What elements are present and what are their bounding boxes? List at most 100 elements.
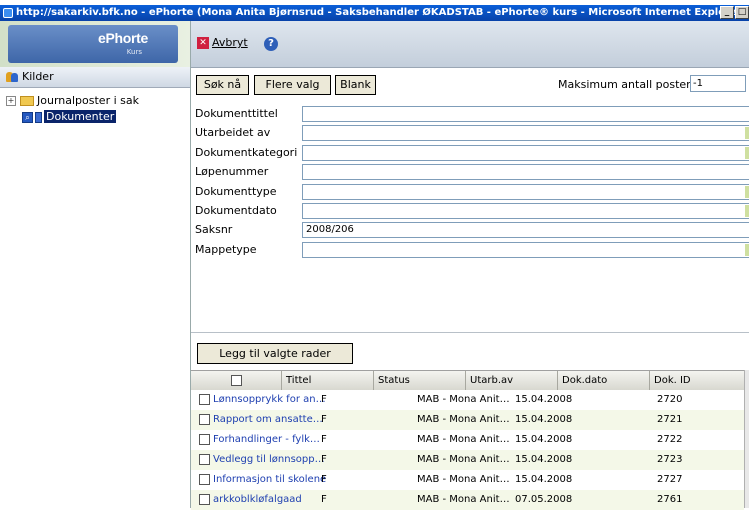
ie-icon: [3, 8, 13, 18]
dropdown-arrow-icon[interactable]: [745, 205, 749, 217]
col-header-status[interactable]: Status: [373, 371, 465, 390]
col-header-date[interactable]: Dok.dato: [557, 371, 649, 390]
source-tree: + Journalposter i sak ⌕ Dokumenter: [6, 93, 139, 125]
more-options-button[interactable]: Flere valg: [254, 75, 331, 95]
table-row[interactable]: Forhandlinger - fylk… F MAB - Mona Anit… 15…: [191, 430, 744, 450]
filter-icon: [35, 111, 42, 123]
dropdown-arrow-icon[interactable]: [745, 127, 749, 140]
row-checkbox-box[interactable]: [199, 433, 210, 445]
cell-id: 2720: [657, 394, 683, 405]
table-row[interactable]: Lønnsopprykk for an… F MAB - Mona Anit… 15.…: [191, 390, 744, 410]
row-checkbox-box[interactable]: [199, 393, 210, 405]
cell-date: 15.04.2008: [515, 454, 573, 465]
cancel-label: Avbryt: [212, 36, 248, 49]
select-all-cell[interactable]: [191, 371, 281, 390]
field-input[interactable]: [302, 241, 749, 258]
select-all-checkbox[interactable]: [230, 374, 242, 386]
cancel-button[interactable]: ✕ Avbryt: [197, 36, 248, 50]
logo-brand: ePhorte: [97, 30, 148, 46]
cell-id: 2723: [657, 454, 683, 465]
col-header-title[interactable]: Tittel: [281, 371, 373, 390]
window-title: http://sakarkiv.bfk.no - ePhorte (Mona A…: [16, 7, 742, 18]
dropdown-arrow-icon[interactable]: [745, 185, 749, 198]
field-label: Dokumentdato: [195, 204, 277, 217]
cell-status: F: [321, 494, 327, 505]
row-checkbox[interactable]: [199, 450, 210, 470]
field-input[interactable]: [302, 144, 749, 161]
cell-author: MAB - Mona Anit…: [417, 434, 510, 445]
ephorte-logo: ePhorte Kurs: [8, 25, 178, 63]
row-checkbox[interactable]: [199, 490, 210, 510]
cell-title[interactable]: Rapport om ansatte…: [213, 410, 323, 430]
cell-status: F: [321, 394, 327, 405]
field-input[interactable]: [302, 164, 749, 181]
cancel-icon: ✕: [197, 37, 209, 49]
dropdown-arrow-icon[interactable]: [745, 146, 749, 159]
maximize-button[interactable]: □: [735, 6, 749, 19]
search-icon: ⌕: [22, 111, 33, 123]
field-input[interactable]: [302, 125, 749, 142]
table-row[interactable]: arkkoblkløfalgaad F MAB - Mona Anit… 07.05.…: [191, 490, 744, 510]
field-label: Dokumenttittel: [195, 107, 278, 120]
tree-item-label-selected: Dokumenter: [44, 110, 117, 123]
add-selected-rows-button[interactable]: Legg til valgte rader: [197, 343, 353, 364]
cell-title[interactable]: Vedlegg til lønnsopp…: [213, 450, 325, 470]
window-titlebar[interactable]: http://sakarkiv.bfk.no - ePhorte (Mona A…: [0, 5, 749, 21]
expand-icon[interactable]: +: [6, 96, 16, 106]
col-header-id[interactable]: Dok. ID: [649, 371, 744, 390]
field-value: 2008/206: [306, 224, 354, 236]
field-input[interactable]: [302, 183, 749, 200]
row-checkbox[interactable]: [199, 430, 210, 450]
cell-date: 15.04.2008: [515, 394, 573, 405]
cell-title[interactable]: Forhandlinger - fylk…: [213, 430, 320, 450]
row-checkbox-box[interactable]: [199, 473, 210, 485]
toolbar: ✕ Avbryt ?: [191, 21, 749, 68]
cell-status: F: [321, 414, 327, 425]
results-scrollbar[interactable]: [744, 370, 749, 508]
cell-title[interactable]: Informasjon til skolene: [213, 470, 326, 490]
cell-author: MAB - Mona Anit…: [417, 414, 510, 425]
minimize-button[interactable]: _: [720, 6, 734, 19]
row-checkbox-box[interactable]: [199, 493, 210, 505]
cell-author: MAB - Mona Anit…: [417, 494, 510, 505]
field-input[interactable]: 2008/206: [302, 222, 749, 239]
cell-date: 15.04.2008: [515, 474, 573, 485]
cell-status: F: [321, 454, 327, 465]
row-checkbox[interactable]: [199, 470, 210, 490]
logo-subtitle: Kurs: [126, 48, 142, 56]
row-checkbox-box[interactable]: [199, 453, 210, 465]
row-checkbox-box[interactable]: [199, 413, 210, 425]
help-icon[interactable]: ?: [264, 37, 278, 51]
cell-title[interactable]: Lønnsopprykk for an…: [213, 390, 326, 410]
table-row[interactable]: Vedlegg til lønnsopp… F MAB - Mona Anit… 15…: [191, 450, 744, 470]
cell-title[interactable]: arkkoblkløfalgaad: [213, 490, 302, 510]
table-row[interactable]: Informasjon til skolene F MAB - Mona Anit……: [191, 470, 744, 490]
col-header-author[interactable]: Utarb.av: [465, 371, 557, 390]
cell-date: 07.05.2008: [515, 494, 573, 505]
cell-status: F: [321, 474, 327, 485]
field-input[interactable]: [302, 106, 749, 122]
blank-button[interactable]: Blank: [335, 75, 376, 95]
results-table-header: Tittel Status Utarb.av Dok.dato Dok. ID: [191, 370, 744, 391]
field-input[interactable]: [302, 203, 749, 219]
row-checkbox[interactable]: [199, 410, 210, 430]
cell-author: MAB - Mona Anit…: [417, 394, 510, 405]
tree-item-dokumenter[interactable]: ⌕ Dokumenter: [6, 109, 139, 125]
max-records-label: Maksimum antall poster: [558, 78, 691, 91]
users-icon: [6, 71, 20, 83]
tree-item-journalposter[interactable]: + Journalposter i sak: [6, 93, 139, 109]
field-label: Dokumenttype: [195, 184, 277, 198]
left-panel: ePhorte Kurs Kilder + Journalposter i sak…: [0, 21, 191, 508]
table-row[interactable]: Rapport om ansatte… F MAB - Mona Anit… 15.0…: [191, 410, 744, 430]
row-checkbox[interactable]: [199, 390, 210, 410]
dropdown-arrow-icon[interactable]: [745, 243, 749, 256]
field-label: Dokumentkategori: [195, 145, 298, 159]
tree-item-label: Journalposter i sak: [37, 94, 139, 107]
max-records-input[interactable]: -1: [690, 75, 746, 92]
field-label: Utarbeidet av: [195, 126, 271, 140]
main-panel: ✕ Avbryt ? Søk nå Flere valg Blank Maksim…: [191, 21, 749, 510]
search-now-button[interactable]: Søk nå: [196, 75, 249, 95]
cell-status: F: [321, 434, 327, 445]
cell-author: MAB - Mona Anit…: [417, 454, 510, 465]
cell-id: 2721: [657, 414, 683, 425]
